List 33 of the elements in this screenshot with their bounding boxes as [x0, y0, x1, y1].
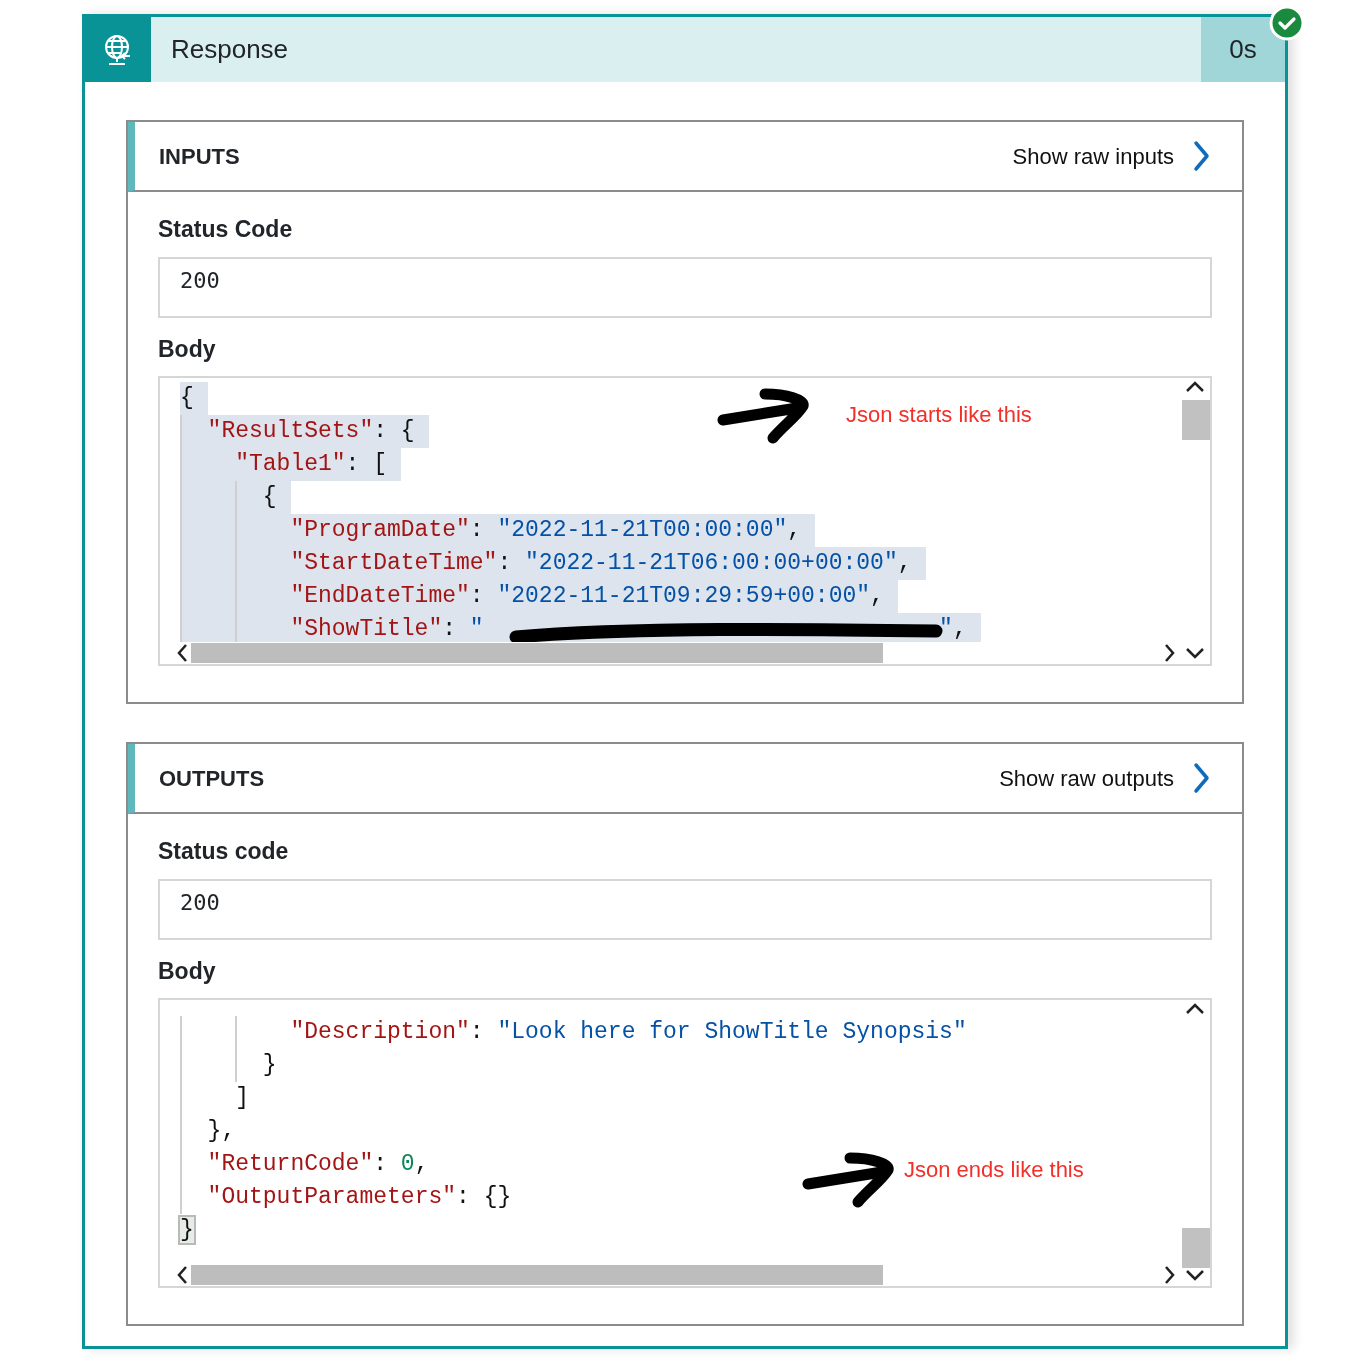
chevron-right-icon: [1192, 762, 1210, 794]
status-code-field: 200: [158, 256, 1212, 318]
code-line: }: [180, 1049, 291, 1082]
scrollbar-thumb[interactable]: [191, 643, 883, 663]
scroll-right-button[interactable]: [1163, 1265, 1176, 1285]
scroll-right-button[interactable]: [1163, 643, 1176, 663]
chevron-right-icon: [1192, 140, 1210, 172]
code-line: ]: [180, 1082, 263, 1115]
section-heading: INPUTS: [159, 142, 240, 171]
field-label: Status code: [158, 837, 290, 866]
code-line: "Description": "Look here for ShowTitle Synopsis": [180, 1016, 981, 1049]
action-title: Response: [170, 33, 290, 66]
duration-label: 0s: [1201, 17, 1285, 82]
scroll-left-button[interactable]: [176, 1265, 189, 1285]
code-line: "ReturnCode": 0,: [180, 1148, 443, 1181]
code-line: },: [180, 1115, 250, 1148]
field-label: Body: [158, 334, 217, 364]
caret-right-icon: [1163, 1265, 1176, 1285]
scrollbar-thumb[interactable]: [1182, 400, 1210, 440]
annotation-note: Json starts like this: [846, 401, 1032, 429]
scrollbar-thumb[interactable]: [1182, 1228, 1210, 1268]
show-raw-link[interactable]: Show raw outputs: [999, 761, 1210, 795]
section-heading: OUTPUTS: [159, 764, 265, 793]
annotation-note: Json ends like this: [904, 1156, 1084, 1184]
show-raw-link[interactable]: Show raw inputs: [1012, 139, 1210, 173]
status-code-field: 200: [158, 878, 1212, 940]
field-label: Status Code: [158, 215, 294, 244]
scroll-left-button[interactable]: [176, 643, 189, 663]
caret-left-icon: [176, 1265, 189, 1285]
caret-left-icon: [176, 643, 189, 663]
caret-right-icon: [1163, 643, 1176, 663]
field-label: Body: [158, 956, 217, 986]
scrollbar-thumb[interactable]: [191, 1265, 883, 1285]
